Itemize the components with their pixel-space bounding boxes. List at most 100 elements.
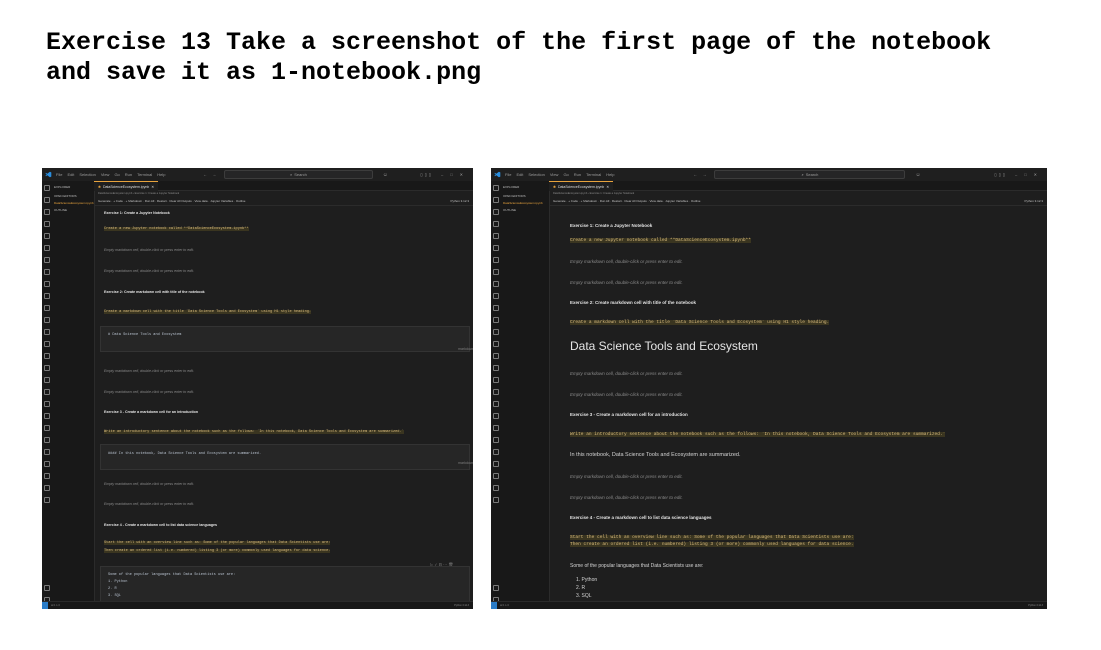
account-icon[interactable] [493, 585, 499, 591]
copilot-chat-icon[interactable] [493, 329, 499, 335]
run-all-button[interactable]: Run All [600, 199, 610, 203]
files-icon[interactable] [44, 185, 50, 191]
ex2-code[interactable]: Create a markdown cell with the title `D… [570, 320, 830, 325]
flask-icon[interactable] [493, 449, 499, 455]
copilot-icon[interactable]: ☺ [915, 172, 920, 178]
outline-button[interactable]: Outline [236, 199, 246, 203]
copilot-chat-icon[interactable] [44, 329, 50, 335]
account-icon[interactable] [44, 585, 50, 591]
puzzle-icon[interactable] [44, 401, 50, 407]
layout-icons[interactable]: ▯▯▯ [994, 172, 1007, 177]
source-control-icon[interactable] [44, 209, 50, 215]
ex1-title[interactable]: Exercise 1: Create a Jupyter Notebook [104, 211, 170, 215]
extensions-icon[interactable] [44, 233, 50, 239]
window-controls[interactable]: –□✕ [1015, 172, 1044, 177]
remote-explorer-icon[interactable] [44, 245, 50, 251]
ex4-code-line-1[interactable]: Start the cell with an overview line suc… [570, 535, 854, 540]
menu-help[interactable]: Help [606, 172, 614, 177]
explorer-file[interactable]: DataScienceEcosystem.ipynb [503, 201, 543, 205]
puzzle-icon[interactable] [493, 401, 499, 407]
ex4-editing-cell[interactable] [100, 566, 470, 602]
search-input[interactable]: ⌕ Search [714, 170, 906, 179]
nav-arrows-icon[interactable]: ← → [203, 172, 218, 177]
status-left[interactable]: ⊗ 0 ⚠ 0 [51, 604, 60, 607]
clear-outputs-button[interactable]: Clear All Outputs [624, 199, 647, 203]
tab-notebook[interactable]: ✱ DataScienceEcosystem.ipynb ✕ [549, 181, 614, 191]
ex4-rendered-intro[interactable]: Some of the popular languages that Data … [570, 563, 703, 569]
outline-button[interactable]: Outline [691, 199, 701, 203]
empty-markdown-cell[interactable]: Empty markdown cell, double-click or pre… [570, 392, 683, 397]
menu-go[interactable]: Go [114, 172, 119, 177]
language-item[interactable]: 1. Python [576, 577, 597, 583]
empty-markdown-cell[interactable]: Empty markdown cell, double-click or pre… [104, 390, 194, 394]
menu-terminal[interactable]: Terminal [586, 172, 601, 177]
add-code-button[interactable]: + Code [568, 199, 578, 203]
notebook-icon[interactable] [44, 485, 50, 491]
generate-button[interactable]: Generate [553, 199, 566, 203]
empty-markdown-cell[interactable]: Empty markdown cell, double-click or pre… [104, 248, 194, 252]
ex3-editing-cell[interactable] [100, 444, 470, 470]
open-editors[interactable]: OPEN EDITORS [54, 194, 77, 198]
open-editors[interactable]: OPEN EDITORS [503, 194, 526, 198]
source-control-icon[interactable] [493, 209, 499, 215]
branch-icon[interactable] [44, 425, 50, 431]
menu-edit[interactable]: Edit [516, 172, 523, 177]
book-icon[interactable] [493, 365, 499, 371]
extensions-icon[interactable] [493, 233, 499, 239]
clear-outputs-button[interactable]: Clear All Outputs [169, 199, 192, 203]
link-icon[interactable] [493, 437, 499, 443]
ex4-code-line-2[interactable]: Then create an ordered list (i.e. number… [570, 542, 854, 547]
empty-markdown-cell[interactable]: Empty markdown cell, double-click or pre… [570, 259, 683, 264]
explorer-file[interactable]: DataScienceEcosystem.ipynb [54, 201, 94, 205]
empty-markdown-cell[interactable]: Empty markdown cell, double-click or pre… [570, 474, 683, 479]
terminal-icon[interactable] [44, 461, 50, 467]
empty-markdown-cell[interactable]: Empty markdown cell, double-click or pre… [104, 482, 194, 486]
menu-go[interactable]: Go [563, 172, 568, 177]
ex4-cell-intro[interactable]: Some of the popular languages that Data … [108, 573, 235, 577]
python-icon[interactable] [493, 341, 499, 347]
ex4-title[interactable]: Exercise 4 - Create a markdown cell to l… [570, 515, 712, 520]
language-item[interactable]: 3. SQL [576, 593, 592, 599]
ex4-code-line-2[interactable]: Then create an ordered list (i.e. number… [104, 549, 331, 553]
testing-icon[interactable] [44, 257, 50, 263]
ex2-title[interactable]: Exercise 2: Create markdown cell with ti… [570, 300, 696, 305]
python-icon[interactable] [44, 341, 50, 347]
empty-markdown-cell[interactable]: Empty markdown cell, double-click or pre… [104, 269, 194, 273]
history-icon[interactable] [493, 413, 499, 419]
tools-icon[interactable] [493, 497, 499, 503]
jupyter-icon[interactable] [493, 269, 499, 275]
remote-explorer-icon[interactable] [493, 245, 499, 251]
live-share-icon[interactable] [44, 353, 50, 359]
ex1-code[interactable]: Create a new Jupyter notebook called **D… [104, 227, 249, 231]
copilot-icon[interactable]: ☺ [383, 172, 388, 178]
kernel-picker[interactable]: Python 3.12.3 [1024, 197, 1043, 205]
add-markdown-button[interactable]: + Markdown [126, 199, 142, 203]
search-input[interactable]: ⌕ Search [224, 170, 373, 179]
outline-header[interactable]: OUTLINE [503, 208, 516, 212]
cloud-icon[interactable] [44, 389, 50, 395]
search-icon[interactable] [44, 197, 50, 203]
remote-indicator-icon[interactable] [42, 602, 48, 609]
menu-file[interactable]: File [505, 172, 511, 177]
restart-button[interactable]: Restart [612, 199, 622, 203]
database-icon[interactable] [44, 293, 50, 299]
search-icon[interactable] [493, 197, 499, 203]
ex3-title[interactable]: Exercise 3 - Create a markdown cell for … [104, 410, 198, 414]
deploy-icon[interactable] [44, 377, 50, 383]
database-icon[interactable] [493, 293, 499, 299]
empty-markdown-cell[interactable]: Empty markdown cell, double-click or pre… [104, 502, 194, 506]
docker-icon[interactable] [44, 281, 50, 287]
status-right[interactable]: Python 3.12.3 [1028, 604, 1043, 607]
layout-icons[interactable]: ▯▯▯ [420, 172, 433, 177]
ex1-title[interactable]: Exercise 1: Create a Jupyter Notebook [570, 223, 652, 228]
ex2-code[interactable]: Create a markdown cell with the title `D… [104, 310, 312, 314]
ex3-code[interactable]: Write an introductory sentence about the… [570, 432, 946, 437]
cloud-icon[interactable] [493, 389, 499, 395]
add-markdown-button[interactable]: + Markdown [581, 199, 597, 203]
ex1-code[interactable]: Create a new Jupyter notebook called **D… [570, 238, 751, 243]
docker-icon[interactable] [493, 281, 499, 287]
view-data-button[interactable]: View data [194, 199, 207, 203]
window-controls[interactable]: –□✕ [441, 172, 470, 177]
deploy-icon[interactable] [493, 377, 499, 383]
jupyter-variables-button[interactable]: Jupyter Variables [210, 199, 233, 203]
